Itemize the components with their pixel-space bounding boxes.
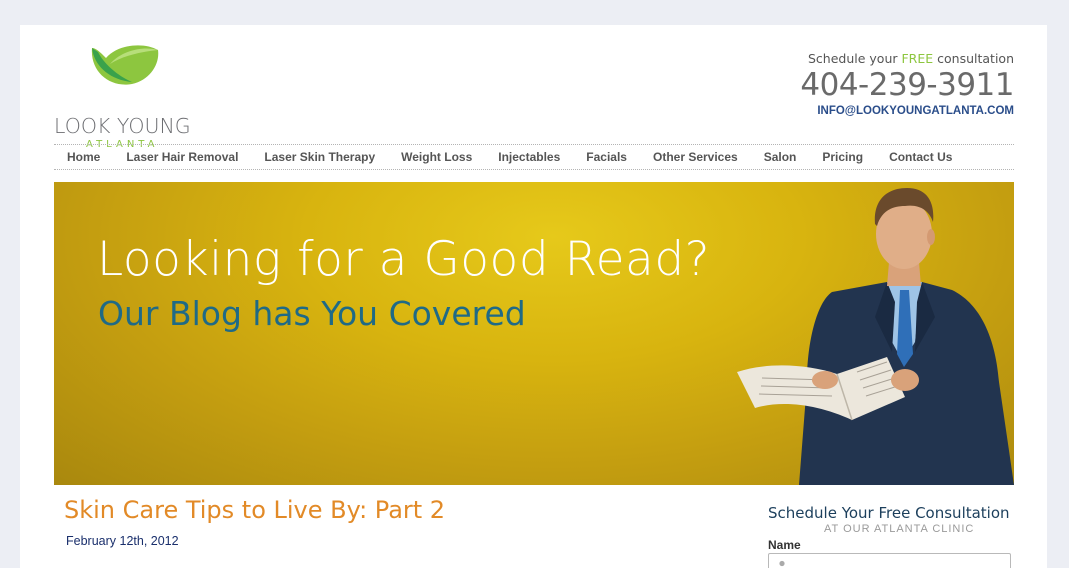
- name-input[interactable]: [768, 553, 1011, 568]
- phone-number[interactable]: 404-239-3911: [800, 68, 1014, 102]
- post-title[interactable]: Skin Care Tips to Live By: Part 2: [64, 496, 445, 524]
- sidebar-title: Schedule Your Free Consultation: [768, 504, 1010, 522]
- post-date: February 12th, 2012: [66, 534, 179, 548]
- logo-wordmark: LOOK YOUNG: [54, 114, 191, 138]
- nav-laser-skin-therapy[interactable]: Laser Skin Therapy: [264, 150, 375, 164]
- leaf-icon: [91, 45, 159, 85]
- site-logo[interactable]: LOOK YOUNG ATLANTA: [54, 42, 214, 150]
- schedule-text: Schedule your FREE consultation: [800, 51, 1014, 66]
- nav-other-services[interactable]: Other Services: [653, 150, 738, 164]
- page-container: LOOK YOUNG ATLANTA Schedule your FREE co…: [20, 25, 1047, 568]
- schedule-prefix: Schedule your: [807, 51, 902, 66]
- nav-injectables[interactable]: Injectables: [498, 150, 560, 164]
- contact-block: Schedule your FREE consultation 404-239-…: [800, 51, 1014, 117]
- person-icon: [779, 560, 785, 567]
- banner-subheadline: Our Blog has You Covered: [98, 294, 526, 333]
- post-body-cropped: [66, 562, 666, 568]
- banner-headline: Looking for a Good Read?: [97, 232, 711, 287]
- sidebar-subtitle: AT OUR ATLANTA CLINIC: [824, 523, 975, 535]
- nav-pricing[interactable]: Pricing: [822, 150, 863, 164]
- nav-salon[interactable]: Salon: [764, 150, 797, 164]
- man-reading-newspaper-image: [737, 188, 1014, 485]
- hero-banner: Looking for a Good Read? Our Blog has Yo…: [54, 182, 1014, 485]
- nav-facials[interactable]: Facials: [586, 150, 627, 164]
- schedule-suffix: consultation: [933, 51, 1014, 66]
- free-highlight: FREE: [901, 51, 934, 66]
- nav-laser-hair-removal[interactable]: Laser Hair Removal: [126, 150, 238, 164]
- nav-contact-us[interactable]: Contact Us: [889, 150, 952, 164]
- nav-home[interactable]: Home: [67, 150, 100, 164]
- main-nav: Home Laser Hair Removal Laser Skin Thera…: [54, 144, 1014, 170]
- name-label: Name: [768, 538, 801, 552]
- email-link[interactable]: INFO@LOOKYOUNGATLANTA.COM: [800, 105, 1014, 117]
- nav-weight-loss[interactable]: Weight Loss: [401, 150, 472, 164]
